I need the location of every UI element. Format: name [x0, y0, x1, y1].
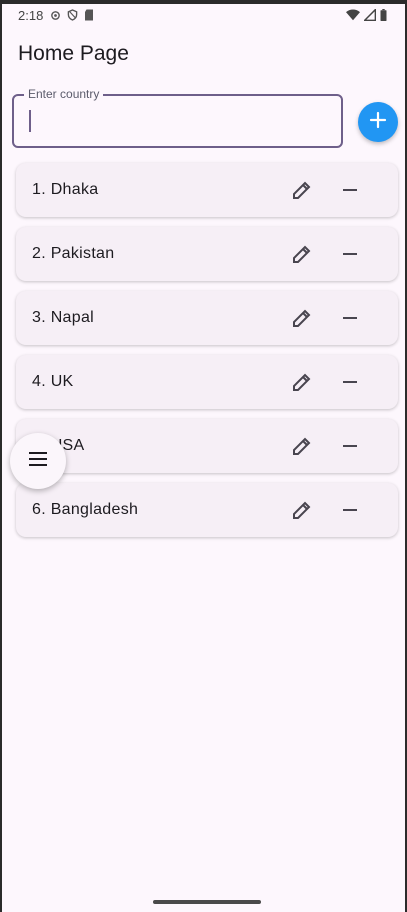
minus-icon: [343, 445, 357, 447]
shield-icon: [67, 8, 78, 26]
minus-icon: [343, 253, 357, 255]
settings-icon: [50, 8, 61, 26]
list-item: 1. Dhaka: [16, 163, 398, 217]
plus-icon: [369, 111, 387, 134]
edit-button[interactable]: [290, 306, 314, 330]
minus-icon: [343, 317, 357, 319]
battery-icon: [380, 8, 387, 26]
remove-button[interactable]: [338, 242, 362, 266]
app-screen: 2:18 Home Page Enter country 1. Dhaka 2.…: [2, 4, 405, 912]
menu-button[interactable]: [10, 433, 66, 489]
list-item: 6. Bangladesh: [16, 483, 398, 537]
text-caret: [29, 110, 31, 132]
edit-button[interactable]: [290, 242, 314, 266]
page-title: Home Page: [18, 42, 129, 65]
list-item: 2. Pakistan: [16, 227, 398, 281]
country-label: 6. Bangladesh: [32, 501, 139, 518]
list-item: 4. UK: [16, 355, 398, 409]
remove-button[interactable]: [338, 370, 362, 394]
pencil-icon: [293, 309, 311, 327]
remove-button[interactable]: [338, 434, 362, 458]
sd-card-icon: [84, 8, 94, 26]
minus-icon: [343, 509, 357, 511]
pencil-icon: [293, 437, 311, 455]
minus-icon: [343, 381, 357, 383]
status-time: 2:18: [18, 8, 44, 23]
remove-button[interactable]: [338, 178, 362, 202]
remove-button[interactable]: [338, 498, 362, 522]
list-item: 5. USA: [16, 419, 398, 473]
wifi-icon: [346, 8, 360, 26]
pencil-icon: [293, 245, 311, 263]
pencil-icon: [293, 501, 311, 519]
country-label: 2. Pakistan: [32, 245, 115, 262]
edit-button[interactable]: [290, 370, 314, 394]
country-input[interactable]: [26, 104, 330, 140]
pencil-icon: [293, 181, 311, 199]
add-country-button[interactable]: [358, 102, 398, 142]
country-label: 4. UK: [32, 373, 74, 390]
minus-icon: [343, 189, 357, 191]
status-icons-right: [346, 7, 387, 26]
country-input-label: Enter country: [24, 87, 104, 101]
edit-button[interactable]: [290, 434, 314, 458]
edit-button[interactable]: [290, 178, 314, 202]
list-item: 3. Napal: [16, 291, 398, 345]
country-label: 1. Dhaka: [32, 181, 99, 198]
status-bar: 2:18: [2, 4, 405, 28]
edit-button[interactable]: [290, 498, 314, 522]
country-input-container[interactable]: Enter country: [12, 87, 343, 148]
status-icons-left: [50, 8, 94, 26]
pencil-icon: [293, 373, 311, 391]
home-indicator[interactable]: [153, 900, 261, 904]
signal-icon: [362, 7, 377, 26]
menu-icon: [28, 451, 48, 472]
country-label: 3. Napal: [32, 309, 94, 326]
remove-button[interactable]: [338, 306, 362, 330]
